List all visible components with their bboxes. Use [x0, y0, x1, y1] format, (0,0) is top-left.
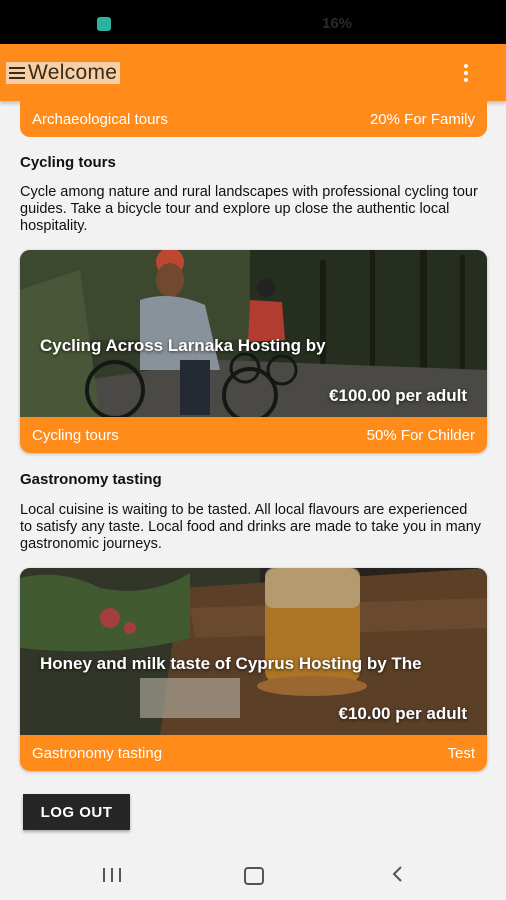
- section-description: Cycle among nature and rural landscapes …: [20, 184, 478, 234]
- more-vert-icon[interactable]: [462, 64, 470, 82]
- section-title: Cycling tours: [20, 154, 116, 171]
- card-footer: Cycling tours 50% For Childer: [20, 417, 487, 453]
- hamburger-icon[interactable]: [9, 67, 25, 79]
- archaeological-card-footer[interactable]: Archaeological tours 20% For Family: [20, 101, 487, 137]
- logout-button[interactable]: LOG OUT: [23, 794, 130, 830]
- section-description: Local cuisine is waiting to be tasted. A…: [20, 502, 482, 552]
- menu-title-button[interactable]: Welcome: [6, 61, 121, 84]
- cycling-image: Cycling Across Larnaka Hosting by €100.0…: [20, 250, 487, 417]
- card-category: Cycling tours: [32, 426, 119, 444]
- card-category: Gastronomy tasting: [32, 744, 163, 762]
- card-offer: 20% For Family: [369, 110, 475, 128]
- card-title: Cycling Across Larnaka Hosting by: [40, 336, 326, 355]
- app-bar: Welcome: [0, 44, 506, 101]
- tour-card[interactable]: Honey and milk taste of Cyprus Hosting b…: [20, 568, 487, 771]
- home-icon[interactable]: [244, 867, 264, 885]
- card-price: €100.00 per adult: [329, 386, 467, 405]
- card-category: Archaeological tours: [32, 110, 168, 128]
- card-price: €10.00 per adult: [338, 704, 467, 723]
- app-title: Welcome: [28, 61, 118, 84]
- card-offer: 50% For Childer: [366, 426, 475, 444]
- section-title: Gastronomy tasting: [20, 471, 162, 488]
- back-icon[interactable]: [388, 864, 408, 884]
- card-offer: Test: [447, 744, 475, 762]
- card-footer: Gastronomy tasting Test: [20, 735, 487, 771]
- recents-icon[interactable]: [103, 868, 121, 882]
- status-bar: 16%: [0, 0, 506, 44]
- card-title: Honey and milk taste of Cyprus Hosting b…: [40, 654, 422, 673]
- honey-image: Honey and milk taste of Cyprus Hosting b…: [20, 568, 487, 735]
- battery-text: 16%: [322, 15, 353, 32]
- tour-card[interactable]: Cycling Across Larnaka Hosting by €100.0…: [20, 250, 487, 453]
- scroll-content[interactable]: Archaeological tours 20% For Family Cycl…: [0, 101, 506, 848]
- calendar-notification-icon: [97, 17, 111, 31]
- system-nav-bar: [0, 848, 506, 900]
